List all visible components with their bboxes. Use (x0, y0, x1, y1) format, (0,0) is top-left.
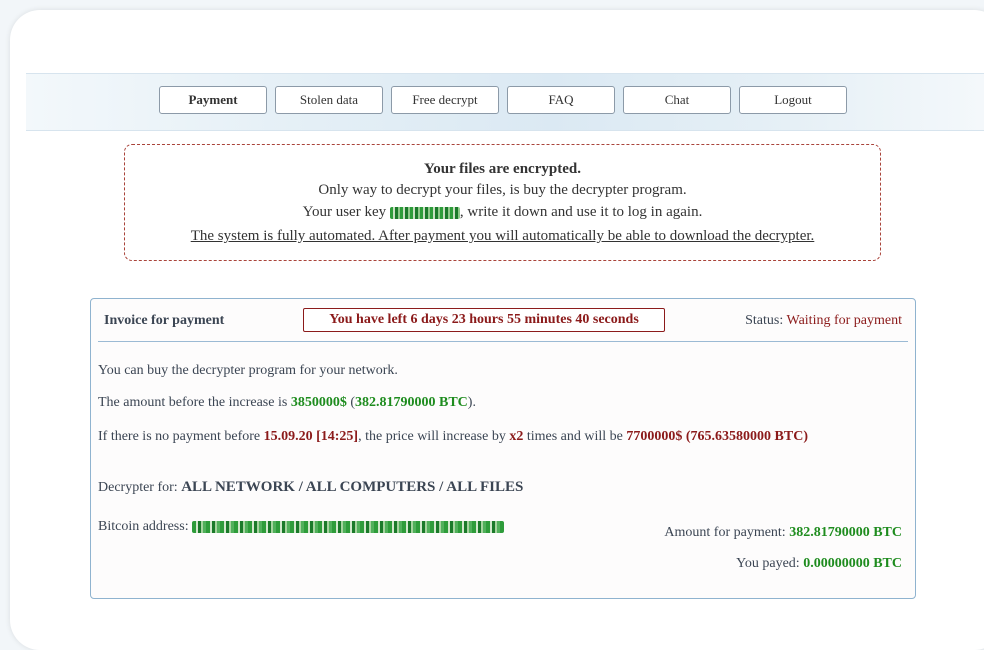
nav-payment-button[interactable]: Payment (159, 86, 267, 114)
increased-btc: (765.63580000 BTC) (682, 429, 808, 444)
countdown-timer: You have left 6 days 23 hours 55 minutes… (303, 308, 665, 332)
decrypter-for-value: ALL NETWORK / ALL COMPUTERS / ALL FILES (181, 479, 524, 495)
status-value: Waiting for payment (786, 313, 902, 328)
nav-stolen-data-button[interactable]: Stolen data (275, 86, 383, 114)
increased-usd: 7700000$ (626, 429, 683, 444)
notice-line-2: Only way to decrypt your files, is buy t… (318, 182, 687, 198)
payment-status: Status: Waiting for payment (745, 313, 902, 328)
nav-chat-button[interactable]: Chat (623, 86, 731, 114)
user-key-redacted (389, 206, 460, 219)
amount-btc: 382.81790000 BTC (354, 395, 468, 410)
invoice-line-3: If there is no payment before 15.09.20 [… (98, 429, 808, 444)
deadline: 15.09.20 [14:25] (263, 429, 359, 444)
notice-title: Your files are encrypted. (424, 161, 581, 177)
amount-for-payment-value: 382.81790000 BTC (789, 525, 902, 540)
invoice-heading: Invoice for payment (104, 313, 225, 328)
multiplier: x2 (509, 429, 524, 444)
notice-line-3: Your user key , write it down and use it… (302, 204, 703, 220)
amount-usd: 3850000$ (290, 395, 347, 410)
invoice-line-1: You can buy the decrypter program for yo… (98, 363, 398, 378)
decrypter-for-row: Decrypter for: ALL NETWORK / ALL COMPUTE… (98, 479, 524, 495)
nav-faq-button[interactable]: FAQ (507, 86, 615, 114)
amount-for-payment-row: Amount for payment: 382.81790000 BTC (664, 525, 902, 540)
invoice-line-2: The amount before the increase is 385000… (98, 395, 476, 410)
notice-automation-link[interactable]: The system is fully automated. After pay… (125, 228, 880, 245)
paid-value: 0.00000000 BTC (803, 556, 902, 571)
invoice-panel: Invoice for payment You have left 6 days… (90, 298, 916, 599)
bitcoin-address-redacted[interactable] (192, 520, 505, 533)
nav-logout-button[interactable]: Logout (739, 86, 847, 114)
encryption-notice: Your files are encrypted. Only way to de… (124, 144, 881, 261)
bitcoin-address-row: Bitcoin address: (98, 519, 505, 535)
nav-free-decrypt-button[interactable]: Free decrypt (391, 86, 499, 114)
divider (98, 341, 908, 342)
paid-row: You payed: 0.00000000 BTC (736, 556, 902, 571)
